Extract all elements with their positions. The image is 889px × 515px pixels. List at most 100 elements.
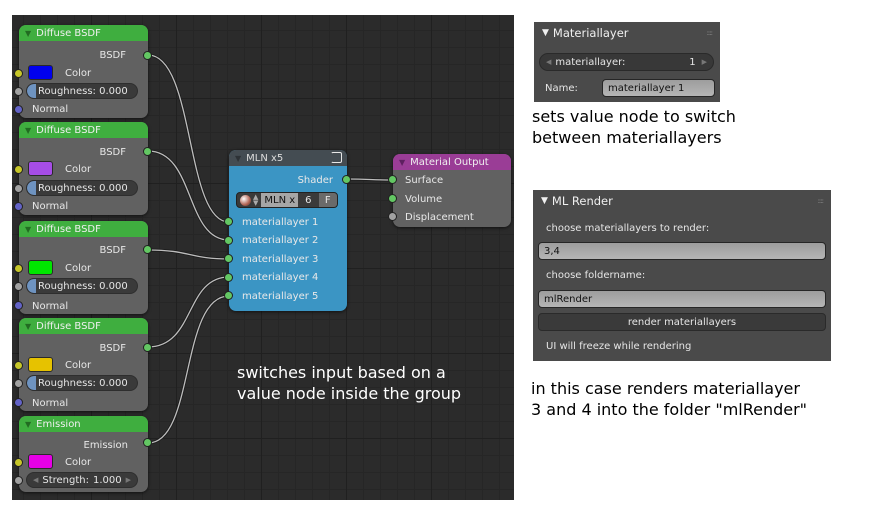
drag-grip-icon[interactable]: ::::	[707, 29, 714, 37]
color-label: Color	[65, 262, 92, 274]
collapse-triangle-icon[interactable]: ▼	[25, 225, 31, 234]
collapse-triangle-icon[interactable]: ▼	[25, 322, 31, 331]
collapse-triangle-icon[interactable]: ▼	[399, 158, 405, 167]
panel-header[interactable]: ▼ Materiallayer	[534, 22, 720, 44]
roughness-input-socket[interactable]	[14, 379, 23, 388]
bsdf-output-socket[interactable]	[143, 51, 152, 60]
node-header[interactable]: ▼ Diffuse BSDF	[19, 122, 148, 138]
volume-input-socket[interactable]	[388, 194, 397, 203]
normal-input-socket[interactable]	[14, 398, 23, 407]
emission-node[interactable]: ▼ Emission Emission Color ◀ Strength: 1.0…	[14, 416, 152, 492]
node-editor-annotation: switches input based on a value node ins…	[237, 362, 461, 404]
collapse-triangle-icon[interactable]: ▼	[235, 154, 241, 163]
materiallayer-1-socket[interactable]	[224, 217, 233, 226]
collapse-triangle-icon[interactable]: ▼	[541, 196, 548, 206]
diffuse-bsdf-node-4[interactable]: ▼ Diffuse BSDF BSDF Color Roughness: 0.00…	[14, 318, 152, 411]
emission-output-socket[interactable]	[143, 438, 152, 447]
folder-label: choose foldername:	[546, 270, 646, 281]
diffuse-bsdf-node-1[interactable]: ▼ Diffuse BSDF BSDF Color Roughness: 0.00…	[14, 25, 152, 118]
normal-input-socket[interactable]	[14, 202, 23, 211]
materiallayer-number-field[interactable]: ◀ materiallayer: 1 ▶	[539, 53, 714, 71]
color-swatch[interactable]	[28, 357, 53, 372]
normal-input-socket[interactable]	[14, 301, 23, 310]
mln-group-node[interactable]: ▼ MLN x5 Shader ▲ ▼ MLN x 6 F materiallaye…	[224, 150, 351, 311]
node-header[interactable]: ▼ MLN x5	[229, 150, 347, 166]
browse-arrows-icon[interactable]: ▲ ▼	[253, 194, 258, 207]
increment-arrow-icon[interactable]: ▶	[126, 476, 131, 484]
name-input[interactable]: materiallayer 1	[602, 79, 715, 97]
group-edit-icon[interactable]	[331, 152, 342, 163]
render-materiallayers-button[interactable]: render materiallayers	[538, 313, 826, 331]
materiallayer-4-label: materiallayer 4	[242, 271, 319, 283]
materiallayer-3-socket[interactable]	[224, 254, 233, 263]
collapse-triangle-icon[interactable]: ▼	[542, 28, 549, 38]
color-input-socket[interactable]	[14, 264, 23, 273]
strength-input-socket[interactable]	[14, 476, 23, 485]
roughness-slider[interactable]: Roughness: 0.000	[26, 375, 138, 391]
folder-input[interactable]: mlRender	[538, 290, 826, 308]
materiallayer-panel: ▼ Materiallayer :::: ◀ materiallayer: 1 ▶…	[534, 22, 720, 102]
color-label: Color	[65, 67, 92, 79]
datablock-name-field[interactable]: MLN x	[261, 193, 299, 207]
material-output-node[interactable]: ▼ Material Output Surface Volume Displace…	[388, 154, 511, 227]
roughness-input-socket[interactable]	[14, 87, 23, 96]
decrement-arrow-icon[interactable]: ◀	[33, 476, 38, 484]
displacement-input-socket[interactable]	[388, 212, 397, 221]
shader-output-socket[interactable]	[342, 175, 351, 184]
color-input-socket[interactable]	[14, 165, 23, 174]
surface-input-socket[interactable]	[388, 175, 397, 184]
color-swatch[interactable]	[28, 454, 53, 469]
caption-line-2: 3 and 4 into the folder "mlRender"	[531, 400, 808, 419]
materiallayer-4-socket[interactable]	[224, 273, 233, 282]
normal-input-socket[interactable]	[14, 105, 23, 114]
fake-user-button[interactable]: F	[318, 193, 337, 207]
roughness-input-socket[interactable]	[14, 184, 23, 193]
bsdf-output-label: BSDF	[99, 49, 126, 61]
node-header[interactable]: ▼ Diffuse BSDF	[19, 318, 148, 334]
diffuse-bsdf-node-2[interactable]: ▼ Diffuse BSDF BSDF Color Roughness: 0.00…	[14, 122, 152, 215]
node-header[interactable]: ▼ Diffuse BSDF	[19, 221, 148, 237]
bsdf-output-socket[interactable]	[143, 147, 152, 156]
normal-label: Normal	[32, 397, 69, 409]
increment-arrow-icon[interactable]: ▶	[702, 58, 707, 66]
drag-grip-icon[interactable]: ::::	[818, 197, 825, 205]
color-input-socket[interactable]	[14, 361, 23, 370]
normal-label: Normal	[32, 300, 69, 312]
caption-line-2: between materiallayers	[532, 128, 722, 147]
layers-input[interactable]: 3,4	[538, 242, 826, 260]
roughness-slider[interactable]: Roughness: 0.000	[26, 278, 138, 294]
roughness-input-socket[interactable]	[14, 282, 23, 291]
collapse-triangle-icon[interactable]: ▼	[25, 29, 31, 38]
panel-header[interactable]: ▼ ML Render	[533, 190, 831, 212]
user-count[interactable]: 6	[298, 195, 318, 206]
materiallayer-5-socket[interactable]	[224, 291, 233, 300]
color-swatch[interactable]	[28, 161, 53, 176]
normal-label: Normal	[32, 103, 69, 115]
materiallayer-1-label: materiallayer 1	[242, 216, 319, 228]
bsdf-output-socket[interactable]	[143, 245, 152, 254]
node-title: Diffuse BSDF	[36, 223, 101, 235]
strength-field[interactable]: ◀ Strength: 1.000 ▶	[26, 472, 138, 488]
node-header[interactable]: ▼ Emission	[19, 416, 148, 432]
diffuse-bsdf-node-3[interactable]: ▼ Diffuse BSDF BSDF Color Roughness: 0.00…	[14, 221, 152, 314]
material-sphere-icon[interactable]	[240, 194, 251, 206]
bsdf-output-label: BSDF	[99, 146, 126, 158]
color-input-socket[interactable]	[14, 69, 23, 78]
node-header[interactable]: ▼ Diffuse BSDF	[19, 25, 148, 41]
node-title: Emission	[36, 418, 81, 430]
displacement-label: Displacement	[405, 211, 474, 223]
node-header[interactable]: ▼ Material Output	[393, 154, 511, 170]
color-swatch[interactable]	[28, 65, 53, 80]
collapse-triangle-icon[interactable]: ▼	[25, 420, 31, 429]
node-group-datablock[interactable]: ▲ ▼ MLN x 6 F	[236, 192, 338, 208]
decrement-arrow-icon[interactable]: ◀	[546, 58, 551, 66]
roughness-slider[interactable]: Roughness: 0.000	[26, 83, 138, 99]
materiallayer-2-socket[interactable]	[224, 236, 233, 245]
freeze-warning: UI will freeze while rendering	[546, 341, 692, 352]
color-label: Color	[65, 163, 92, 175]
bsdf-output-socket[interactable]	[143, 343, 152, 352]
collapse-triangle-icon[interactable]: ▼	[25, 126, 31, 135]
color-input-socket[interactable]	[14, 458, 23, 467]
roughness-slider[interactable]: Roughness: 0.000	[26, 180, 138, 196]
color-swatch[interactable]	[28, 260, 53, 275]
